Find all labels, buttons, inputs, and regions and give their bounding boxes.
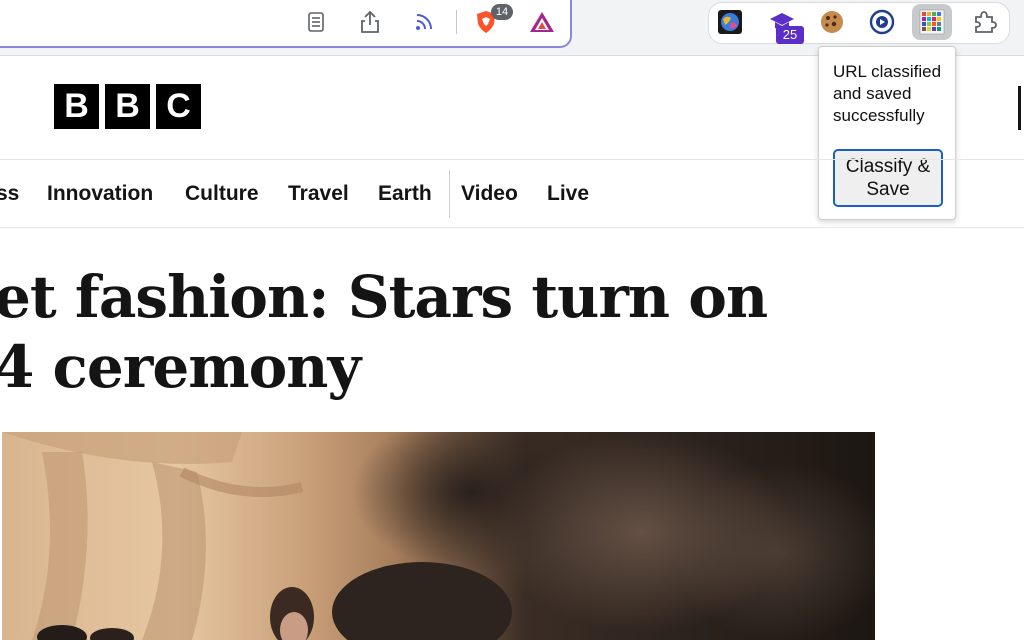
hero-photo-illustration bbox=[2, 432, 875, 640]
url-classifier-extension-icon[interactable] bbox=[912, 4, 952, 40]
nav-divider-bottom bbox=[0, 227, 1024, 228]
article-headline: et fashion: Stars turn on 4 ceremony bbox=[0, 262, 768, 402]
extensions-puzzle-icon[interactable] bbox=[970, 8, 998, 36]
video-player-extension-icon[interactable] bbox=[868, 8, 896, 36]
extensions-tray bbox=[708, 2, 1010, 44]
nav-item-travel[interactable]: Travel bbox=[288, 178, 349, 210]
classifier-popup: URL classified and saved successfully Cl… bbox=[818, 46, 956, 220]
reader-mode-icon[interactable] bbox=[302, 8, 330, 36]
hero-image[interactable] bbox=[2, 432, 875, 640]
popup-status-message: URL classified and saved successfully bbox=[833, 62, 942, 125]
bbc-logo[interactable]: B B C bbox=[54, 84, 201, 129]
extension-count-badge: 25 bbox=[776, 26, 804, 44]
logo-letter: B bbox=[54, 84, 99, 129]
nav-separator bbox=[449, 170, 450, 218]
rss-feed-icon[interactable] bbox=[410, 8, 438, 36]
logo-letter: B bbox=[105, 84, 150, 129]
nav-item-culture[interactable]: Culture bbox=[185, 178, 259, 210]
logo-letter: C bbox=[156, 84, 201, 129]
nav-item-video[interactable]: Video bbox=[461, 178, 518, 210]
brave-shields-count-badge: 14 bbox=[491, 4, 513, 20]
omnibox-separator bbox=[456, 10, 457, 34]
nav-item-earth[interactable]: Earth bbox=[378, 178, 432, 210]
headline-line: et fashion: Stars turn on bbox=[0, 263, 768, 331]
colorful-globe-extension-icon[interactable] bbox=[716, 8, 744, 36]
classify-save-button[interactable]: Classify & Save bbox=[833, 149, 943, 207]
nav-item-innovation[interactable]: Innovation bbox=[47, 178, 153, 210]
nav-item-live[interactable]: Live bbox=[547, 178, 589, 210]
share-icon[interactable] bbox=[356, 8, 384, 36]
nav-divider-top bbox=[0, 159, 1024, 160]
headline-line: 4 ceremony bbox=[0, 333, 361, 401]
nav-item-business[interactable]: ss bbox=[0, 178, 19, 210]
brave-rewards-icon[interactable] bbox=[528, 8, 556, 36]
cookie-extension-icon[interactable] bbox=[818, 8, 846, 36]
search-box-edge bbox=[1018, 86, 1021, 130]
